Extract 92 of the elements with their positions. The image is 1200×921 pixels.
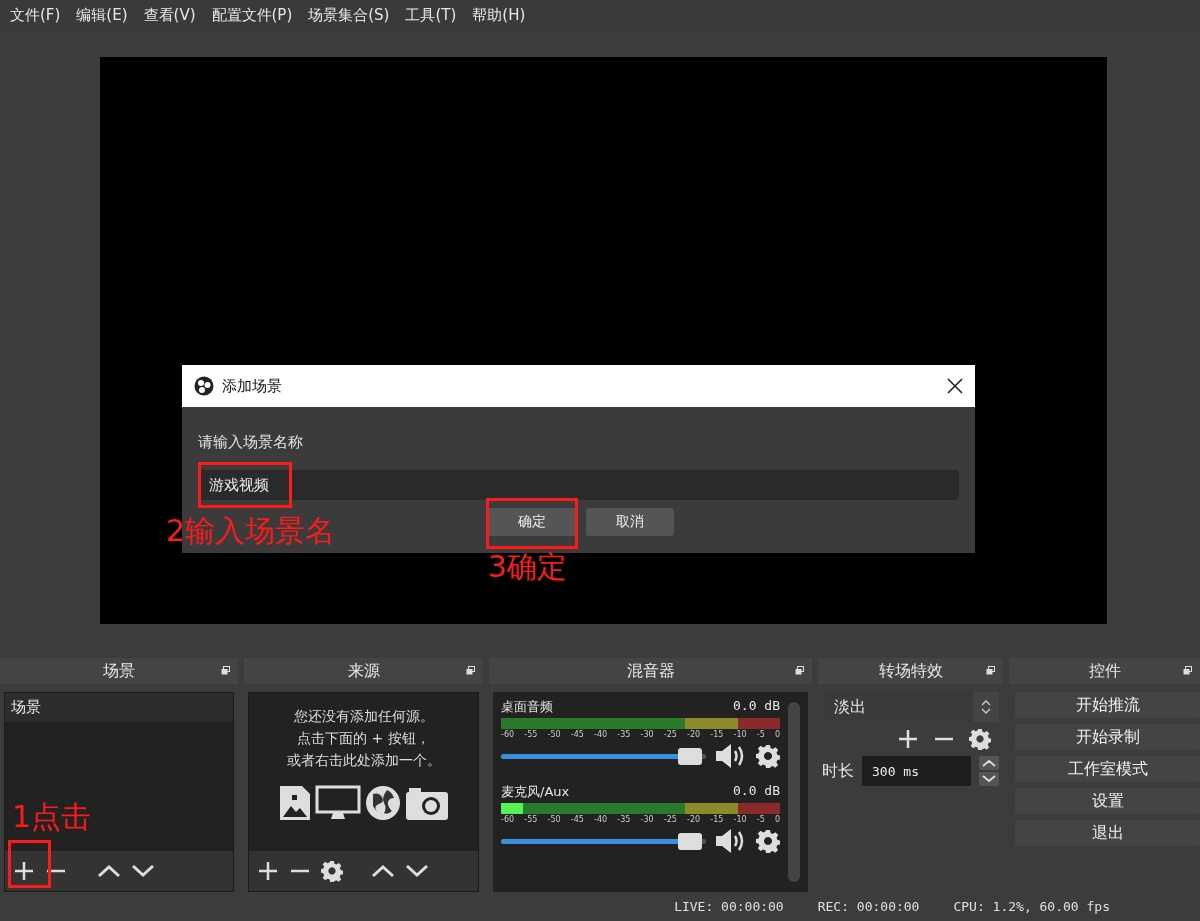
control-button[interactable]: 开始录制 [1015, 724, 1200, 750]
annotation-label: 1点击 [12, 802, 92, 832]
empty-sources-hint: 点击下面的 + 按钮， [297, 729, 430, 748]
channel-name: 桌面音频 [501, 698, 553, 716]
empty-sources-hint: 或者右击此处添加一个。 [286, 751, 441, 770]
settings-icon[interactable] [756, 744, 780, 768]
add-icon[interactable] [13, 860, 35, 882]
meter-tick-label: -60 [501, 815, 515, 824]
spin-arrows-icon[interactable] [979, 756, 999, 786]
meter-tick-label: -15 [710, 815, 724, 824]
move-down-icon[interactable] [405, 864, 429, 878]
volume-reading: 0.0 dB [733, 783, 780, 800]
meter-tick-label: -10 [733, 815, 747, 824]
move-up-icon[interactable] [97, 864, 121, 878]
menu-item[interactable]: 场景集合(S) [300, 5, 398, 25]
meter-tick-label: -10 [733, 730, 747, 739]
dock-title: 场景 [103, 660, 135, 682]
app-logo-icon [194, 376, 214, 396]
dock-title: 控件 [1088, 660, 1121, 682]
meter-tick-label: -35 [617, 815, 631, 824]
live-status: LIVE: 00:00:00 [674, 899, 784, 914]
meter-tick-label: -55 [524, 815, 538, 824]
settings-icon[interactable] [969, 728, 991, 750]
menu-item[interactable]: 帮助(H) [464, 5, 534, 25]
dialog-button[interactable]: 取消 [586, 508, 674, 536]
meter-tick-label: -50 [547, 730, 561, 739]
duration-label: 时长 [822, 760, 854, 782]
control-button[interactable]: 开始推流 [1015, 692, 1200, 718]
meter-tick-label: -35 [617, 730, 631, 739]
meter-tick-label: -45 [570, 730, 584, 739]
meter-tick-label: -15 [710, 730, 724, 739]
move-down-icon[interactable] [131, 864, 155, 878]
scene-item[interactable]: 场景 [5, 693, 233, 722]
control-button[interactable]: 退出 [1015, 820, 1200, 846]
monitor-icon [314, 785, 361, 821]
camera-icon [404, 785, 449, 821]
rec-status: REC: 00:00:00 [817, 899, 920, 914]
control-button[interactable]: 工作室模式 [1015, 756, 1200, 782]
scrollbar[interactable] [788, 702, 800, 882]
volume-reading: 0.0 dB [733, 698, 780, 715]
dialog-title: 添加场景 [222, 376, 283, 396]
undock-icon[interactable] [466, 666, 475, 675]
dock-title: 来源 [347, 660, 380, 682]
scene-name-field[interactable]: 游戏视频 [198, 470, 959, 500]
meter-tick-label: 0 [774, 815, 780, 824]
volume-slider[interactable] [677, 832, 702, 850]
meter-tick-label: -25 [663, 730, 677, 739]
menu-item[interactable]: 文件(F) [2, 5, 69, 25]
menu-item[interactable]: 编辑(E) [68, 5, 136, 25]
empty-sources-hint: 您还没有添加任何源。 [293, 707, 434, 726]
dialog-prompt: 请输入场景名称 [198, 433, 304, 452]
channel-name: 麦克风/Aux [501, 783, 570, 801]
annotation-label: 2输入场景名 [166, 516, 336, 546]
meter-tick-label: 0 [774, 730, 780, 739]
annotation-frame [8, 840, 51, 888]
close-icon[interactable] [947, 378, 963, 394]
chevron-updown-icon [981, 699, 991, 715]
meter-tick-label: -45 [570, 815, 584, 824]
settings-icon[interactable] [756, 829, 780, 853]
move-up-icon[interactable] [371, 864, 395, 878]
meter-tick-label: -25 [663, 815, 677, 824]
cpu-status: CPU: 1.2%, 60.00 fps [953, 899, 1110, 914]
menu-item[interactable]: 配置文件(P) [203, 5, 301, 25]
meter-tick-label: -40 [594, 730, 608, 739]
settings-icon[interactable] [321, 860, 343, 882]
add-icon[interactable] [257, 860, 279, 882]
duration-field[interactable]: 300 ms [862, 756, 971, 786]
meter-tick-label: -40 [594, 815, 608, 824]
meter-tick-label: -5 [756, 815, 765, 824]
dock-title: 转场特效 [878, 660, 943, 682]
meter-tick-label: -55 [524, 730, 538, 739]
meter-tick-label: -30 [640, 730, 654, 739]
meter-tick-label: -20 [687, 730, 701, 739]
undock-icon[interactable] [221, 666, 230, 675]
meter-tick-label: -20 [687, 815, 701, 824]
volume-slider[interactable] [677, 747, 702, 765]
menu-item[interactable]: 查看(V) [135, 5, 204, 25]
undock-icon[interactable] [1183, 666, 1192, 675]
globe-icon [364, 785, 401, 821]
meter-tick-label: -60 [501, 730, 515, 739]
annotation-label: 3确定 [488, 552, 568, 582]
meter-tick-label: -30 [640, 815, 654, 824]
undock-icon[interactable] [986, 666, 995, 675]
undock-icon[interactable] [795, 666, 804, 675]
dialog-button[interactable]: 确定 [488, 508, 576, 536]
meter-tick-label: -50 [547, 815, 561, 824]
add-icon[interactable] [897, 728, 919, 750]
menu-item[interactable]: 工具(T) [397, 5, 465, 25]
image-icon [278, 785, 311, 821]
control-button[interactable]: 设置 [1015, 788, 1200, 814]
meter-tick-label: -5 [756, 730, 765, 739]
dock-title: 混音器 [626, 660, 675, 682]
